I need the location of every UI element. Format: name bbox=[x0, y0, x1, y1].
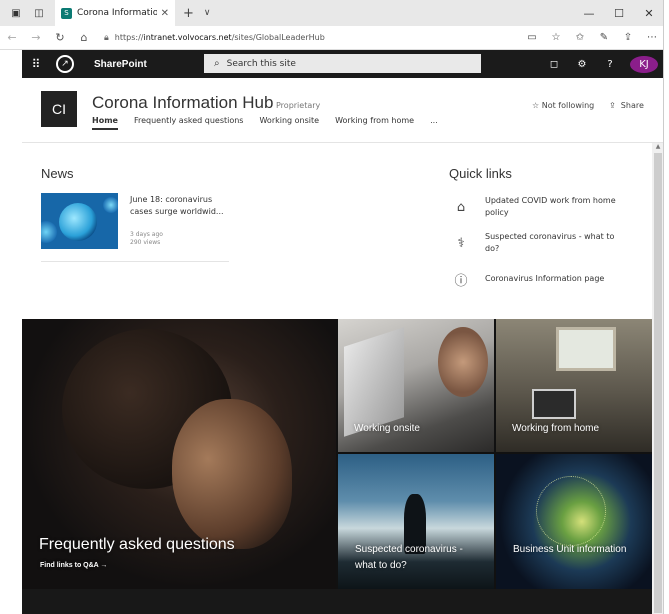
hero-section: Frequently asked questions Find links to… bbox=[22, 319, 652, 589]
reading-view-icon[interactable]: ▭ bbox=[520, 32, 544, 43]
url-domain: intranet.volvocars.net bbox=[143, 33, 232, 42]
search-placeholder: Search this site bbox=[226, 58, 296, 69]
share-button[interactable]: ⇪ Share bbox=[609, 101, 644, 110]
news-views: 290 views bbox=[130, 239, 161, 246]
news-item-title[interactable]: June 18: coronavirus cases surge worldwi… bbox=[130, 194, 230, 218]
hero-tile-faq[interactable]: Frequently asked questions Find links to… bbox=[22, 319, 336, 589]
site-navigation: Home Frequently asked questions Working … bbox=[92, 116, 454, 130]
home-icon: ⌂ bbox=[456, 199, 466, 215]
nav-working-onsite[interactable]: Working onsite bbox=[259, 116, 319, 130]
page-content: News June 18: coronavirus cases surge wo… bbox=[22, 143, 652, 319]
search-icon: ⌕ bbox=[214, 58, 220, 69]
browser-window: ▣ ◫ S Corona Information Hul ✕ + ∨ — ☐ ✕… bbox=[0, 0, 664, 614]
quick-link-item[interactable]: ⓘ Coronavirus Information page bbox=[449, 267, 625, 291]
tab-title: Corona Information Hul bbox=[77, 8, 157, 18]
hero-tile-business-unit[interactable]: Business Unit information bbox=[496, 454, 652, 589]
share-page-icon[interactable]: ⇪ bbox=[616, 32, 640, 43]
star-icon: ☆ bbox=[532, 101, 542, 110]
page-scrollbar[interactable]: ▲ bbox=[652, 143, 663, 614]
set-aside-tabs-icon[interactable]: ◫ bbox=[32, 6, 46, 20]
news-thumbnail[interactable] bbox=[41, 193, 118, 249]
close-tab-icon[interactable]: ✕ bbox=[161, 8, 169, 19]
favorite-star-icon[interactable]: ☆ bbox=[544, 32, 568, 43]
site-classification: Proprietary bbox=[276, 101, 321, 110]
nav-faq[interactable]: Frequently asked questions bbox=[134, 116, 244, 130]
site-header: CI Corona Information Hub Proprietary ☆ … bbox=[22, 78, 663, 143]
app-launcher-icon[interactable]: ⠿ bbox=[22, 57, 50, 71]
more-icon[interactable]: ⋯ bbox=[640, 32, 663, 43]
lock-icon: 🔒︎ bbox=[104, 32, 109, 43]
hero-tile-label: Suspected coronavirus - what to do? bbox=[355, 544, 463, 571]
new-tab-icon[interactable]: + bbox=[183, 6, 194, 21]
url-field[interactable]: 🔒︎ https://intranet.volvocars.net/sites/… bbox=[104, 29, 484, 47]
volvo-logo-icon[interactable]: ↗ bbox=[56, 55, 74, 73]
url-prefix: https:// bbox=[114, 33, 144, 42]
hero-tile-label: Working onsite bbox=[354, 423, 420, 434]
quick-link-item[interactable]: ⚕ Suspected coronavirus - what to do? bbox=[449, 231, 625, 255]
stethoscope-icon: ⚕ bbox=[457, 235, 465, 251]
hero-tile-label: Working from home bbox=[512, 423, 600, 434]
hero-image bbox=[172, 399, 292, 549]
minimize-icon[interactable]: — bbox=[574, 7, 604, 20]
divider bbox=[41, 261, 229, 262]
news-title-line: cases surge worldwid... bbox=[130, 207, 224, 216]
follow-label: Not following bbox=[541, 101, 595, 110]
news-meta: 3 days ago 290 views bbox=[130, 231, 163, 247]
search-input[interactable]: ⌕ Search this site bbox=[204, 54, 481, 73]
nav-more[interactable]: ... bbox=[430, 116, 438, 130]
quick-link-label: Updated COVID work from home policy bbox=[485, 196, 616, 217]
scroll-up-icon[interactable]: ▲ bbox=[652, 143, 663, 153]
address-bar: ← → ↻ ⌂ 🔒︎ https://intranet.volvocars.ne… bbox=[0, 26, 663, 50]
notifications-icon[interactable]: ◻ bbox=[540, 59, 568, 70]
hero-tile-working-onsite[interactable]: Working onsite bbox=[338, 319, 494, 452]
pen-icon[interactable]: ✎ bbox=[592, 32, 616, 43]
hero-tile-working-from-home[interactable]: Working from home bbox=[496, 319, 652, 452]
site-logo[interactable]: CI bbox=[41, 91, 77, 127]
site-title[interactable]: Corona Information Hub bbox=[92, 93, 273, 113]
chevron-down-icon[interactable]: ∨ bbox=[204, 8, 211, 18]
home-icon[interactable]: ⌂ bbox=[72, 31, 96, 44]
share-label: Share bbox=[620, 101, 644, 110]
forward-icon[interactable]: → bbox=[24, 31, 48, 44]
nav-home[interactable]: Home bbox=[92, 116, 118, 130]
avatar[interactable]: KJ bbox=[630, 55, 658, 73]
hero-main-link[interactable]: Find links to Q&A → bbox=[40, 562, 107, 569]
sharepoint-app-name[interactable]: SharePoint bbox=[94, 59, 147, 70]
news-title-line: June 18: coronavirus bbox=[130, 195, 213, 204]
news-age: 3 days ago bbox=[130, 231, 163, 238]
hero-tile-suspected-coronavirus[interactable]: Suspected coronavirus - what to do? bbox=[338, 454, 494, 589]
quick-links-heading: Quick links bbox=[449, 166, 512, 181]
close-window-icon[interactable]: ✕ bbox=[634, 7, 663, 20]
quick-link-label: Suspected coronavirus - what to do? bbox=[485, 232, 615, 253]
follow-button[interactable]: ☆ Not following bbox=[532, 101, 594, 110]
help-icon[interactable]: ? bbox=[596, 59, 624, 70]
browser-tab[interactable]: S Corona Information Hul ✕ bbox=[55, 0, 175, 26]
news-heading[interactable]: News bbox=[41, 166, 74, 181]
browser-tab-bar: ▣ ◫ S Corona Information Hul ✕ + ∨ — ☐ ✕ bbox=[0, 0, 663, 26]
url-path: /sites/GlobalLeaderHub bbox=[231, 33, 325, 42]
info-icon: ⓘ bbox=[454, 273, 468, 289]
tab-actions-icon[interactable]: ▣ bbox=[9, 6, 23, 20]
quick-link-item[interactable]: ⌂ Updated COVID work from home policy bbox=[449, 195, 625, 219]
share-icon: ⇪ bbox=[609, 101, 619, 110]
back-icon[interactable]: ← bbox=[0, 31, 24, 44]
sharepoint-suite-bar: ⠿ ↗ SharePoint ⌕ Search this site ◻ ⚙ ? … bbox=[22, 50, 663, 78]
scrollbar-thumb[interactable] bbox=[654, 153, 662, 613]
hero-main-title: Frequently asked questions bbox=[39, 536, 235, 553]
refresh-icon[interactable]: ↻ bbox=[48, 31, 72, 44]
sharepoint-favicon-icon: S bbox=[61, 7, 72, 19]
favorites-icon[interactable]: ✩ bbox=[568, 32, 592, 43]
hero-tile-label: Business Unit information bbox=[513, 544, 627, 555]
settings-gear-icon[interactable]: ⚙ bbox=[568, 59, 596, 70]
nav-working-from-home[interactable]: Working from home bbox=[335, 116, 414, 130]
dark-section bbox=[22, 589, 652, 614]
quick-link-label: Coronavirus Information page bbox=[485, 274, 605, 283]
maximize-icon[interactable]: ☐ bbox=[604, 7, 634, 20]
